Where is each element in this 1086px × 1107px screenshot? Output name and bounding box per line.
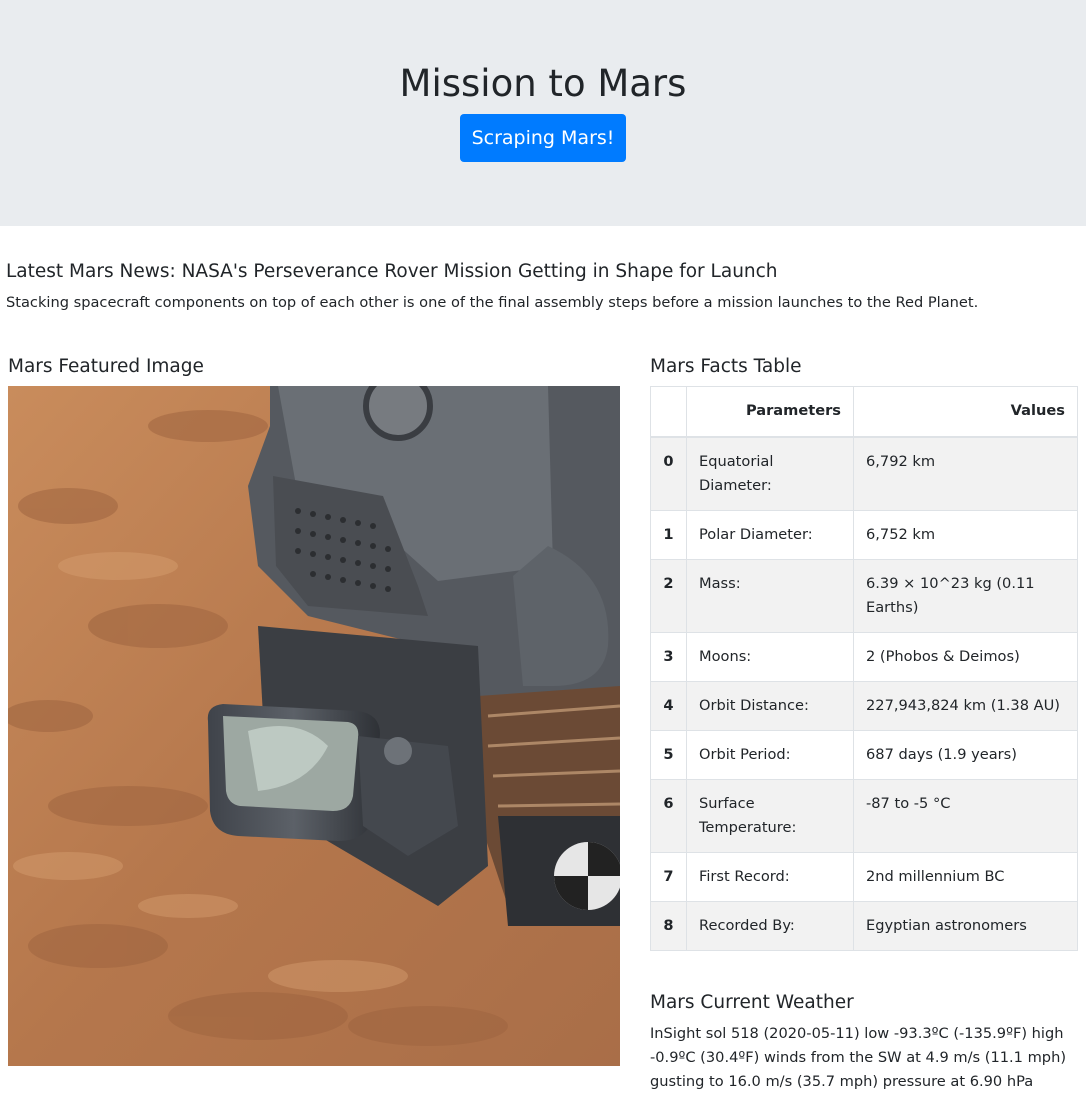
news-teaser: Stacking spacecraft components on top of…: [6, 294, 979, 311]
column-header-values: Values: [853, 386, 1078, 438]
row-index: 2: [650, 558, 687, 633]
row-parameter: Moons:: [686, 631, 854, 682]
table-row: 8 Recorded By: Egyptian astronomers: [650, 900, 1078, 951]
row-value: 6,752 km: [853, 509, 1078, 560]
row-index: 0: [650, 436, 687, 511]
row-parameter: Orbit Distance:: [686, 680, 854, 731]
row-value: 227,943,824 km (1.38 AU): [853, 680, 1078, 731]
row-index: 7: [650, 851, 687, 902]
row-parameter: Polar Diameter:: [686, 509, 854, 560]
mars-facts-table: Parameters Values 0 Equatorial Diameter:…: [650, 386, 1078, 951]
featured-image-heading: Mars Featured Image: [8, 356, 204, 377]
row-value: 687 days (1.9 years): [853, 729, 1078, 780]
row-index: 1: [650, 509, 687, 560]
table-row: 5 Orbit Period: 687 days (1.9 years): [650, 729, 1078, 780]
row-value: -87 to -5 °C: [853, 778, 1078, 853]
table-row: 4 Orbit Distance: 227,943,824 km (1.38 A…: [650, 680, 1078, 731]
scrape-mars-button[interactable]: Scraping Mars!: [460, 114, 626, 162]
table-row: 6 Surface Temperature: -87 to -5 °C: [650, 778, 1078, 853]
row-parameter: Equatorial Diameter:: [686, 436, 854, 511]
table-row: 1 Polar Diameter: 6,752 km: [650, 509, 1078, 560]
table-row: 0 Equatorial Diameter: 6,792 km: [650, 436, 1078, 511]
row-index: 5: [650, 729, 687, 780]
table-row: 3 Moons: 2 (Phobos & Deimos): [650, 631, 1078, 682]
row-index: 6: [650, 778, 687, 853]
weather-report: InSight sol 518 (2020-05-11) low -93.3ºC…: [650, 1025, 1067, 1090]
row-index: 8: [650, 900, 687, 951]
page-title: Mission to Mars: [399, 62, 687, 105]
table-row: 2 Mass: 6.39 × 10^23 kg (0.11 Earths): [650, 558, 1078, 633]
row-parameter: Mass:: [686, 558, 854, 633]
row-value: Egyptian astronomers: [853, 900, 1078, 951]
row-index: 3: [650, 631, 687, 682]
row-parameter: Orbit Period:: [686, 729, 854, 780]
row-value: 6.39 × 10^23 kg (0.11 Earths): [853, 558, 1078, 633]
table-row: 7 First Record: 2nd millennium BC: [650, 851, 1078, 902]
row-index: 4: [650, 680, 687, 731]
row-value: 2 (Phobos & Deimos): [853, 631, 1078, 682]
row-parameter: Recorded By:: [686, 900, 854, 951]
row-value: 2nd millennium BC: [853, 851, 1078, 902]
column-header-index: [650, 386, 687, 438]
column-header-parameters: Parameters: [686, 386, 854, 438]
featured-image-art: [8, 386, 620, 1066]
row-value: 6,792 km: [853, 436, 1078, 511]
jumbotron-header: Mission to Mars Scraping Mars!: [0, 0, 1086, 226]
featured-image: [8, 386, 620, 1066]
weather-heading: Mars Current Weather: [650, 992, 854, 1013]
facts-table-heading: Mars Facts Table: [650, 356, 802, 377]
row-parameter: Surface Temperature:: [686, 778, 854, 853]
row-parameter: First Record:: [686, 851, 854, 902]
table-header-row: Parameters Values: [650, 386, 1078, 438]
news-title: Latest Mars News: NASA's Perseverance Ro…: [6, 261, 778, 282]
